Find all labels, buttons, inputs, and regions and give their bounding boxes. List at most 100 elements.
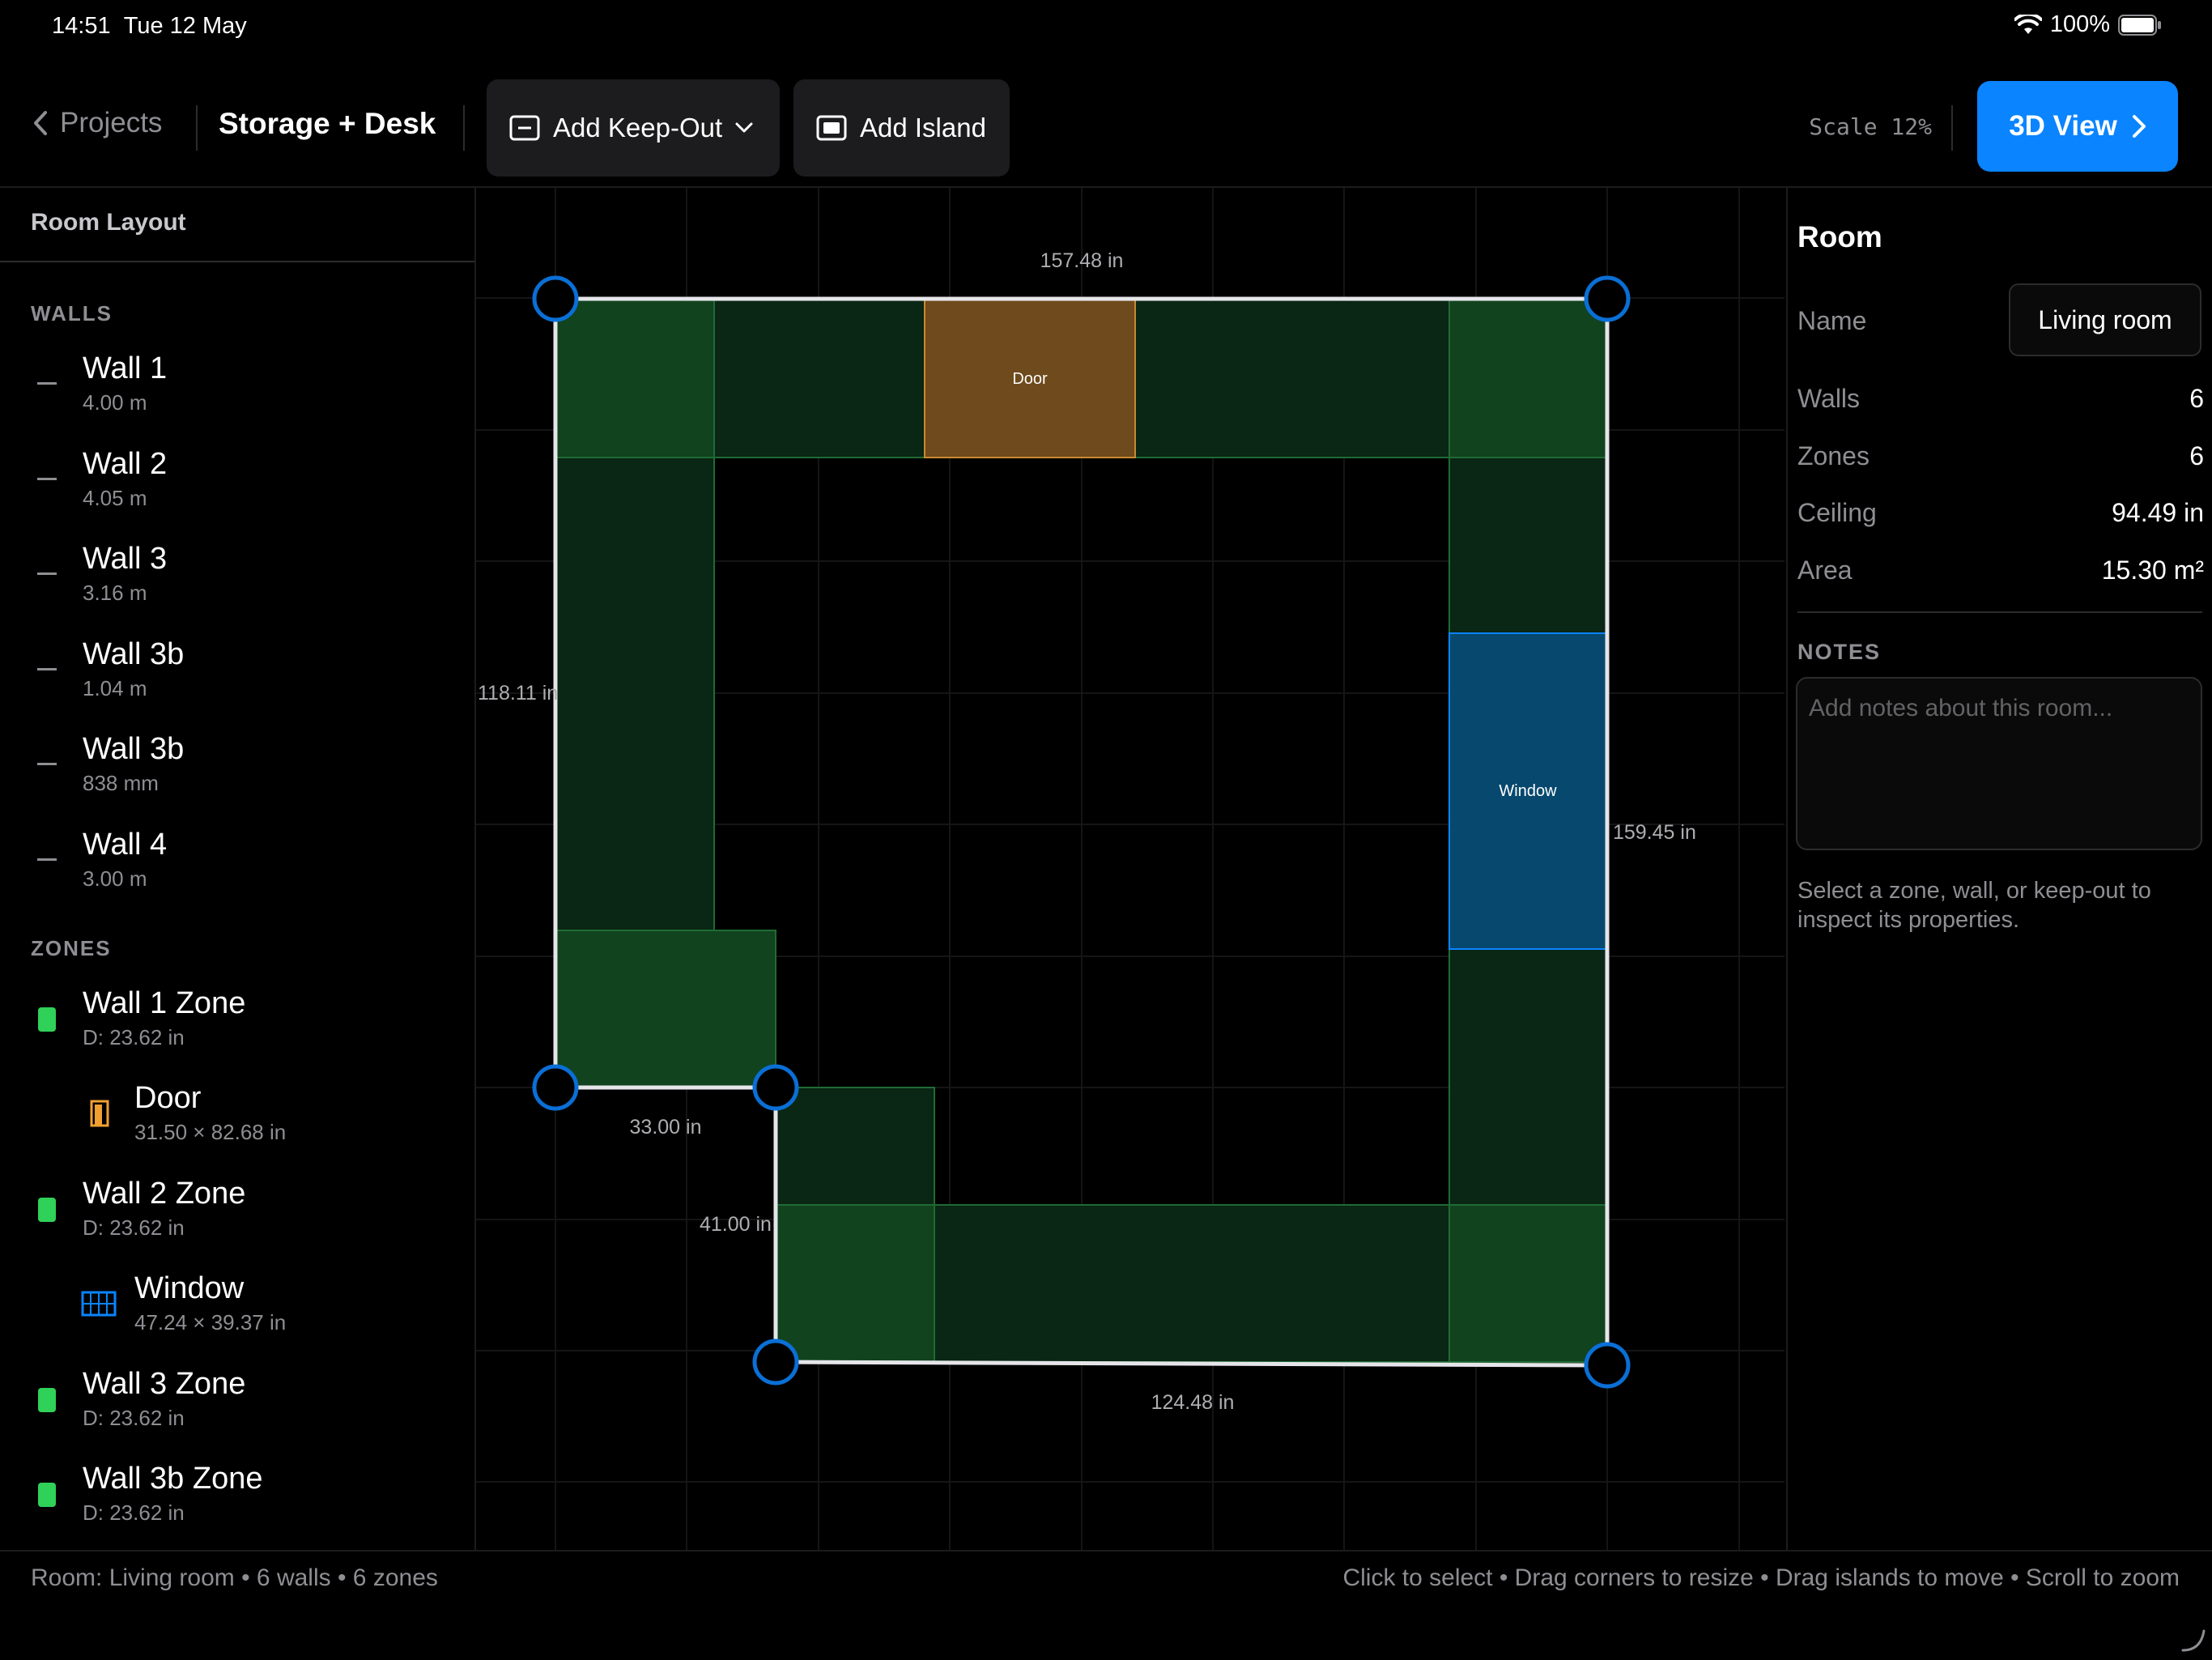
ceiling-label: Ceiling (1797, 498, 1877, 527)
walls-section-label: WALLS (31, 301, 113, 326)
dimension-step-vertical: 41.00 in (700, 1213, 772, 1236)
sidebar-item-wall[interactable]: Wall 3 3.16 m (0, 538, 474, 628)
dimension-top: 157.48 in (1040, 249, 1124, 272)
sidebar-item-zone[interactable]: Wall 2 Zone D: 23.62 in (0, 1173, 474, 1262)
wall-length: 4.05 m (83, 486, 147, 510)
walls-count-label: Walls (1797, 384, 1861, 413)
floor-plan-svg[interactable]: Door Window 157.48 in 118.11 in 159.45 i… (476, 188, 1784, 1550)
wall-label: Wall 3 (83, 542, 168, 576)
footer-room-summary: Room: Living room • 6 walls • 6 zones (31, 1564, 438, 1591)
zone-label: Wall 1 Zone (83, 986, 246, 1020)
chevron-left-icon (34, 111, 47, 135)
dimension-step-horizontal: 33.00 in (630, 1116, 702, 1139)
corner-handle[interactable] (752, 1064, 799, 1111)
wall-label: Wall 4 (83, 828, 168, 862)
add-island-button[interactable]: Add Island (793, 79, 1010, 177)
scale-readout: Scale 12% (1809, 113, 1932, 140)
door-canvas-label: Door (1012, 370, 1048, 388)
zones-count-value: 6 (2189, 441, 2204, 470)
zone-swatch-icon (38, 1483, 56, 1507)
room-name-input[interactable]: Living room (2009, 283, 2201, 356)
chevron-down-icon (735, 122, 753, 133)
inspector-hint: Select a zone, wall, or keep-out to insp… (1797, 878, 2151, 933)
sidebar-item-zone[interactable]: Wall 1 Zone D: 23.62 in (0, 983, 474, 1072)
zones-section-label: ZONES (31, 936, 112, 960)
wall-3b-zone[interactable] (775, 1087, 935, 1206)
door-label: Door (134, 1081, 202, 1115)
wall-label: Wall 2 (83, 447, 168, 481)
zone-corner[interactable] (555, 930, 776, 1088)
zone-label: Wall 3 Zone (83, 1367, 246, 1401)
add-island-label: Add Island (860, 113, 986, 143)
toolbar-divider (1951, 105, 1953, 151)
wall-label: Wall 3b (83, 732, 185, 766)
sidebar-item-door[interactable]: Door 31.50 × 82.68 in (0, 1078, 474, 1167)
notes-textarea[interactable]: Add notes about this room... (1796, 677, 2202, 850)
wall-length: 3.00 m (83, 866, 147, 891)
corner-handle[interactable] (532, 275, 579, 322)
corner-handle[interactable] (1584, 1342, 1631, 1389)
zone-swatch-icon (38, 1388, 56, 1412)
zone-corner[interactable] (775, 1204, 935, 1363)
sidebar-heading: Room Layout (31, 209, 186, 236)
wall-icon (37, 478, 57, 480)
status-date: Tue 12 May (123, 13, 247, 39)
sidebar-item-wall[interactable]: Wall 2 4.05 m (0, 444, 474, 533)
sidebar-item-wall[interactable]: Wall 1 4.00 m (0, 348, 474, 437)
wall-icon (37, 382, 57, 385)
zone-corner[interactable] (1448, 1204, 1607, 1363)
wall-length: 3.16 m (83, 581, 147, 605)
zone-label: Wall 2 Zone (83, 1177, 246, 1211)
wall-length: 1.04 m (83, 676, 147, 700)
zone-swatch-icon (38, 1198, 56, 1222)
view-3d-button[interactable]: 3D View (1977, 81, 2178, 172)
sidebar-item-wall[interactable]: Wall 3b 1.04 m (0, 634, 474, 723)
corner-handle[interactable] (532, 1064, 579, 1111)
zone-corner[interactable] (1448, 299, 1607, 458)
corner-handle[interactable] (1584, 275, 1631, 322)
sidebar-item-wall[interactable]: Wall 3b 838 mm (0, 729, 474, 818)
add-keep-out-button[interactable]: Add Keep-Out (487, 79, 780, 177)
sidebar-item-zone[interactable]: Wall 3b Zone D: 23.62 in (0, 1458, 474, 1547)
add-keep-out-label: Add Keep-Out (553, 113, 723, 143)
door-size: 31.50 × 82.68 in (134, 1120, 287, 1144)
status-bar-right: 100% (2014, 11, 2162, 38)
zone-depth: D: 23.62 in (83, 1025, 185, 1049)
zone-swatch-icon (38, 1007, 56, 1032)
island-icon (816, 115, 847, 141)
dimension-right: 159.45 in (1613, 821, 1696, 844)
area-label: Area (1797, 555, 1853, 585)
wall-length: 4.00 m (83, 390, 147, 415)
zone-corner[interactable] (555, 299, 715, 458)
inspector-title: Room (1797, 220, 1882, 253)
floor-plan-canvas[interactable]: Door Window 157.48 in 118.11 in 159.45 i… (476, 188, 1784, 1550)
wall-length: 838 mm (83, 771, 159, 795)
notes-label: NOTES (1797, 640, 1882, 664)
zone-depth: D: 23.62 in (83, 1500, 185, 1525)
back-button[interactable]: Projects (32, 107, 162, 139)
corner-handle[interactable] (752, 1339, 799, 1385)
status-time: 14:51 (52, 13, 111, 39)
sidebar-item-zone[interactable]: Wall 3 Zone D: 23.62 in (0, 1364, 474, 1453)
resize-grip-icon[interactable] (2180, 1626, 2207, 1654)
sidebar-item-window[interactable]: Window 47.24 × 39.37 in (0, 1268, 474, 1357)
wall-4-zone[interactable] (555, 457, 715, 931)
dimension-left: 118.11 in (478, 682, 558, 704)
battery-percent: 100% (2049, 11, 2110, 37)
sidebar-item-wall[interactable]: Wall 4 3.00 m (0, 824, 474, 913)
battery-icon (2118, 14, 2161, 36)
zone-label: Wall 3b Zone (83, 1462, 263, 1496)
area-value: 15.30 m² (2101, 555, 2204, 585)
view-3d-label: 3D View (2009, 110, 2117, 142)
walls-count-value: 6 (2189, 384, 2204, 413)
project-title: Storage + Desk (219, 107, 436, 140)
status-bar-time: 14:51 Tue 12 May (52, 13, 247, 40)
keep-out-icon (509, 115, 540, 141)
zone-depth: D: 23.62 in (83, 1406, 185, 1430)
window-label: Window (134, 1271, 245, 1305)
door-icon (90, 1100, 109, 1127)
toolbar-divider (196, 105, 198, 151)
toolbar-divider (463, 105, 465, 151)
inspector-divider (1797, 611, 2202, 613)
wall-label: Wall 3b (83, 637, 185, 671)
